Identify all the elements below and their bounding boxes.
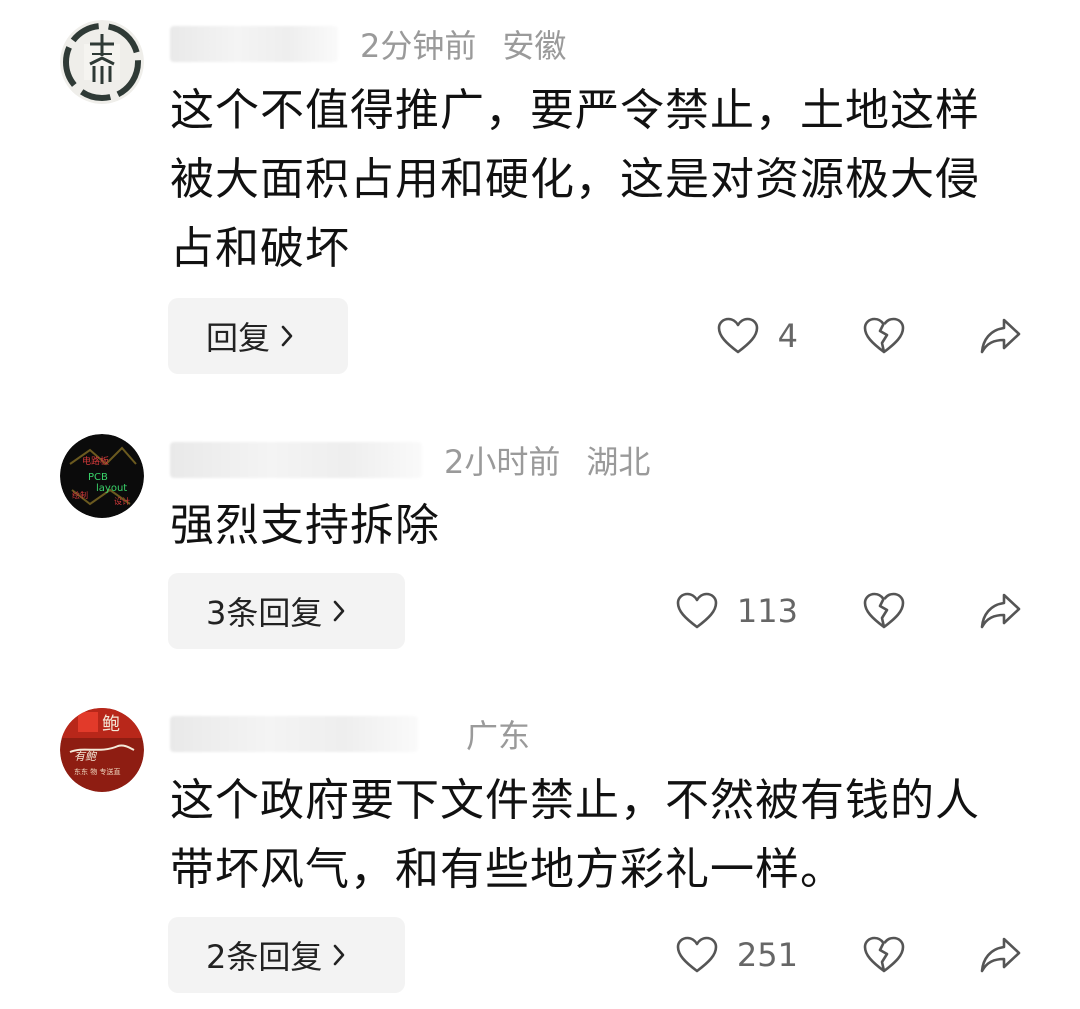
- like-count: 251: [736, 936, 798, 974]
- svg-text:PCB: PCB: [88, 472, 108, 483]
- comment-meta: 2小时前 湖北: [170, 440, 651, 481]
- username-redacted[interactable]: [170, 26, 338, 62]
- share-arrow-icon[interactable]: [978, 591, 1022, 631]
- comment-time: 2小时前: [444, 443, 561, 481]
- comment-location: 广东: [466, 717, 531, 755]
- svg-text:设计: 设计: [114, 496, 130, 506]
- comment-meta: 广东: [170, 714, 531, 755]
- reply-button[interactable]: 2条回复: [168, 917, 405, 993]
- user-avatar[interactable]: 鲍 有鲍 东东 物 专送直: [60, 708, 144, 792]
- svg-text:绘制: 绘制: [72, 490, 88, 500]
- like-button[interactable]: 4: [716, 316, 798, 356]
- user-avatar[interactable]: [60, 20, 144, 104]
- username-redacted[interactable]: [170, 442, 422, 478]
- broken-heart-icon[interactable]: [862, 591, 906, 631]
- broken-heart-icon[interactable]: [862, 316, 906, 356]
- reply-label: 回复: [206, 319, 271, 357]
- reply-button[interactable]: 3条回复: [168, 573, 405, 649]
- svg-text:鲍: 鲍: [102, 714, 120, 735]
- svg-text:电路板: 电路板: [82, 455, 109, 467]
- comment-location: 安徽: [502, 27, 567, 65]
- user-avatar[interactable]: 电路板 PCB layout 绘制 设计: [60, 434, 144, 518]
- share-arrow-icon[interactable]: [978, 935, 1022, 975]
- svg-text:有鲍: 有鲍: [74, 750, 98, 763]
- red-calligraphy-avatar: 鲍 有鲍 东东 物 专送直: [60, 708, 144, 792]
- reply-label: 2条回复: [206, 938, 323, 976]
- reply-button[interactable]: 回复: [168, 298, 348, 374]
- comment-actions: 251: [675, 917, 1022, 993]
- comment-meta: 2分钟前 安徽: [170, 24, 567, 65]
- comment-time: 2分钟前: [360, 27, 477, 65]
- heart-outline-icon: [716, 316, 760, 356]
- chevron-right-icon: [280, 325, 294, 347]
- svg-text:东东 物 专送直: 东东 物 专送直: [74, 767, 120, 776]
- username-redacted[interactable]: [170, 716, 418, 752]
- like-count: 113: [736, 592, 798, 630]
- heart-outline-icon: [675, 591, 719, 631]
- comment-actions: 113: [675, 573, 1022, 649]
- comment-text: 强烈支持拆除: [170, 500, 440, 551]
- like-button[interactable]: 113: [675, 591, 798, 631]
- broken-heart-icon[interactable]: [862, 935, 906, 975]
- heart-outline-icon: [675, 935, 719, 975]
- like-count: 4: [777, 317, 798, 355]
- comment-actions: 4: [716, 298, 1022, 374]
- comment-text: 这个政府要下文件禁止，不然被有钱的人带坏风气，和有些地方彩礼一样。: [170, 775, 980, 895]
- svg-text:layout: layout: [96, 483, 127, 494]
- share-arrow-icon[interactable]: [978, 316, 1022, 356]
- chevron-right-icon: [332, 600, 346, 622]
- like-button[interactable]: 251: [675, 935, 798, 975]
- neon-pcb-avatar: 电路板 PCB layout 绘制 设计: [60, 434, 144, 518]
- reply-label: 3条回复: [206, 594, 323, 632]
- comment-location: 湖北: [586, 443, 651, 481]
- chevron-right-icon: [332, 944, 346, 966]
- comment-text: 这个不值得推广，要严令禁止，土地这样被大面积占用和硬化，这是对资源极大侵占和破坏: [170, 85, 980, 274]
- ink-seal-avatar: [60, 20, 144, 104]
